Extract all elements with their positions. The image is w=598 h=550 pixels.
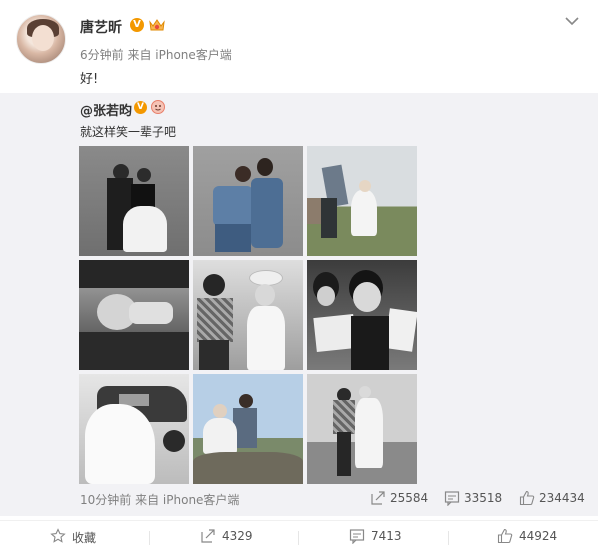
vip-avatar-icon [151,100,165,114]
verified-badge-icon: V [130,18,144,32]
original-text: 就这样笑一辈子吧 [80,125,177,139]
divider [448,531,449,545]
verified-badge-icon: V [134,101,147,114]
author-avatar[interactable] [16,14,66,64]
original-repost-count: 25584 [390,491,429,505]
post-meta: 6分钟前 来自 iPhone客户端 [80,46,232,63]
repost-icon [371,491,385,505]
original-author[interactable]: @张若昀 [80,100,132,119]
original-source: 来自 iPhone客户端 [135,493,240,507]
comment-count: 7413 [371,529,402,543]
photo-1[interactable] [79,146,189,256]
post-source: 来自 iPhone客户端 [127,48,232,62]
author-name[interactable]: 唐艺昕 [80,17,122,37]
original-meta: 10分钟前 来自 iPhone客户端 [80,491,239,508]
weibo-card: 唐艺昕 V 6分钟前 来自 iPhone客户端 好! @张若昀 V 就这样笑一辈… [0,0,598,550]
divider [149,531,150,545]
vip-crown-icon [149,19,165,31]
star-icon [50,528,66,543]
thumbs-up-icon [497,528,513,544]
chevron-down-icon[interactable] [563,12,581,30]
photo-2[interactable] [193,146,303,256]
post-text: 好! [80,72,99,87]
original-comment-count: 33518 [464,491,503,505]
post-time[interactable]: 6分钟前 [80,48,124,62]
original-time[interactable]: 10分钟前 [80,493,131,507]
photo-9[interactable] [307,374,417,484]
photo-4[interactable] [79,260,189,370]
original-footer: 10分钟前 来自 iPhone客户端 25584 33518 234434 [0,488,598,512]
repost-count: 4329 [222,529,253,543]
photo-5[interactable] [193,260,303,370]
photo-6[interactable] [307,260,417,370]
original-like-count: 234434 [539,491,585,505]
repost-block: @张若昀 V 就这样笑一辈子吧 10分钟前 来自 iPhone客户端 25584… [0,93,598,516]
photo-3[interactable] [307,146,417,256]
photo-7[interactable] [79,374,189,484]
comment-icon [444,491,460,506]
thumbs-up-icon [519,490,535,506]
divider [298,531,299,545]
repost-icon [201,529,215,543]
photo-grid [79,146,419,486]
like-count: 44924 [519,529,558,543]
comment-icon [349,529,365,544]
action-bar: 收藏 4329 7413 44924 [0,520,598,550]
post-header: 唐艺昕 V 6分钟前 来自 iPhone客户端 好! [0,0,598,92]
favorite-label: 收藏 [72,531,97,545]
photo-8[interactable] [193,374,303,484]
